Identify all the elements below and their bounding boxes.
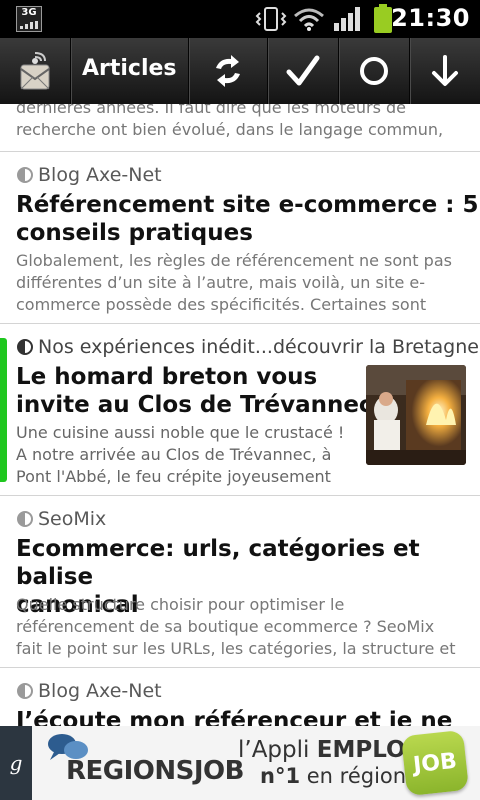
kitchen-fire-photo — [366, 365, 466, 465]
ad-job-badge: JOB — [401, 729, 469, 797]
article-excerpt: Une cuisine aussi noble que le crustacé … — [16, 423, 345, 486]
mark-unread-circle-icon — [360, 57, 388, 85]
article-title: Le homard breton vous invite au Clos de … — [16, 364, 373, 418]
ad-logo: REGIONSJOB — [66, 756, 244, 786]
unread-indicator — [0, 338, 7, 482]
ad-banner[interactable]: g REGIONSJOB l’Appli EMPLOI n°1 en régio… — [0, 726, 480, 800]
half-read-circle-icon — [17, 511, 33, 527]
signal-icon — [334, 7, 360, 31]
ad-subline: n°1 en région — [260, 764, 407, 788]
article-excerpt: Quelle structure choisir pour optimiser … — [16, 595, 456, 658]
article-thumbnail — [366, 365, 466, 465]
screen-title: Articles — [82, 56, 177, 81]
download-arrow-icon — [432, 55, 458, 86]
source-name: Nos expériences inédit...découvrir la Br… — [38, 336, 480, 358]
network-3g-icon: 3G — [16, 6, 42, 32]
network-type-label: 3G — [21, 7, 37, 18]
article-title: Référencement site e-commerce : 5 consei… — [16, 192, 479, 246]
vibrate-icon — [255, 7, 287, 31]
ad-content[interactable]: REGIONSJOB l’Appli EMPLOI n°1 en région … — [32, 726, 480, 800]
status-bar: 3G 21:30 — [0, 0, 480, 38]
ad-headline: l’Appli EMPLOI — [238, 737, 415, 763]
article-title: J’écoute mon référenceur et je ne fais — [16, 708, 453, 726]
half-read-circle-icon — [17, 167, 33, 183]
source-name: Blog Axe-Net — [38, 164, 162, 186]
article-item[interactable]: dernières années. Il faut dire que les m… — [0, 104, 480, 152]
clock: 21:30 — [391, 4, 470, 32]
mark-read-check-icon — [286, 55, 320, 86]
article-item[interactable]: Blog Axe-Net Référencement site e-commer… — [0, 152, 480, 324]
action-bar: Articles — [0, 38, 480, 105]
refresh-button[interactable] — [189, 38, 267, 104]
mark-unread-button[interactable] — [339, 38, 409, 104]
source-name: SeoMix — [38, 508, 107, 530]
article-item-unread[interactable]: Nos expériences inédit...découvrir la Br… — [0, 324, 480, 496]
article-excerpt: dernières années. Il faut dire que les m… — [16, 104, 444, 139]
article-excerpt: Globalement, les règles de référencement… — [16, 251, 452, 314]
article-item[interactable]: SeoMix Ecommerce: urls, catégories et ba… — [0, 496, 480, 668]
half-read-circle-icon — [17, 683, 33, 699]
source-name: Blog Axe-Net — [38, 680, 162, 702]
app-logo-icon — [20, 52, 50, 90]
article-source: Blog Axe-Net — [16, 680, 162, 702]
wifi-icon — [294, 8, 324, 31]
article-item[interactable]: Blog Axe-Net J’écoute mon référenceur et… — [0, 668, 480, 726]
ad-network-icon: g — [0, 726, 32, 800]
article-source: SeoMix — [16, 508, 106, 530]
app-logo-button[interactable] — [0, 38, 70, 104]
refresh-icon — [216, 55, 240, 87]
download-button[interactable] — [410, 38, 480, 104]
article-source: Nos expériences inédit...découvrir la Br… — [16, 336, 480, 358]
article-list[interactable]: dernières années. Il faut dire que les m… — [0, 104, 480, 726]
article-source: Blog Axe-Net — [16, 164, 162, 186]
half-read-circle-icon — [17, 339, 33, 355]
mark-read-button[interactable] — [268, 38, 338, 104]
